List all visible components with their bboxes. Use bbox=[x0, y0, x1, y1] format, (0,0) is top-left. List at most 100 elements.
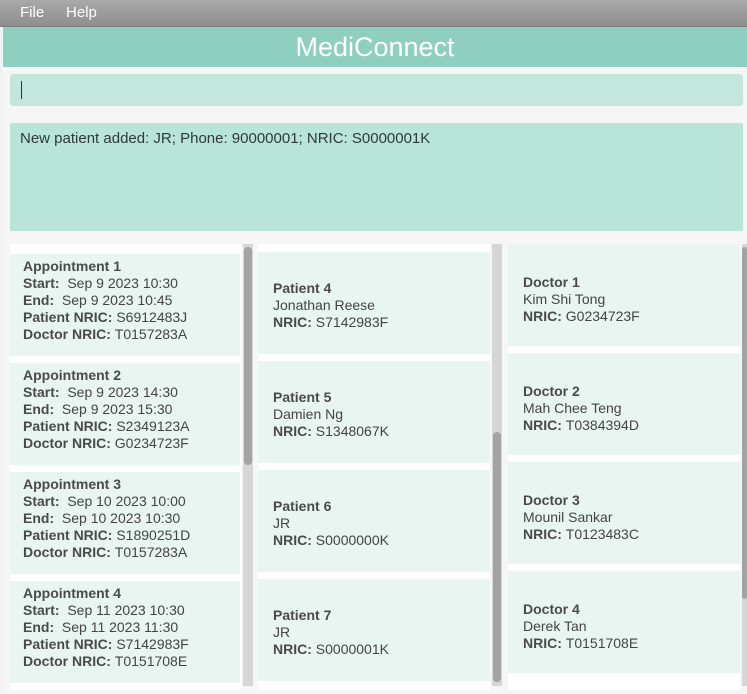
result-text: New patient added: JR; Phone: 90000001; … bbox=[20, 130, 431, 147]
appointment-start: Start: Sep 9 2023 10:30 bbox=[23, 275, 178, 291]
patient-nric: NRIC: S7142983F bbox=[273, 314, 388, 330]
patient-nric: NRIC: S0000001K bbox=[273, 641, 389, 657]
nric-label: NRIC: bbox=[523, 417, 562, 433]
end-value: Sep 11 2023 11:30 bbox=[61, 619, 179, 635]
patient-scrollbar[interactable] bbox=[492, 244, 502, 686]
appointment-list[interactable]: Appointment 1 Start: Sep 9 2023 10:30 En… bbox=[10, 244, 241, 690]
patient-card[interactable]: Patient 7 JR NRIC: S0000001K bbox=[258, 579, 490, 681]
doctor-card[interactable]: Doctor 4 Derek Tan NRIC: T0151708E bbox=[508, 571, 740, 673]
doctor-nric: NRIC: T0384394D bbox=[523, 417, 639, 433]
doctor-nric-value: G0234723F bbox=[114, 435, 189, 451]
nric-value: S0000001K bbox=[315, 641, 389, 657]
appointment-start: Start: Sep 9 2023 14:30 bbox=[23, 384, 178, 400]
appointment-end: End: Sep 11 2023 11:30 bbox=[23, 619, 178, 635]
patient-nric-label: Patient NRIC: bbox=[23, 636, 113, 652]
result-display: New patient added: JR; Phone: 90000001; … bbox=[10, 123, 743, 231]
appointment-doctor-nric: Doctor NRIC: T0157283A bbox=[23, 544, 187, 560]
appointment-doctor-nric: Doctor NRIC: T0151708E bbox=[23, 653, 187, 669]
patient-list[interactable]: Patient 4 Jonathan Reese NRIC: S7142983F… bbox=[258, 244, 490, 690]
appointment-end: End: Sep 10 2023 10:30 bbox=[23, 510, 180, 526]
appointment-card[interactable]: Appointment 1 Start: Sep 9 2023 10:30 En… bbox=[10, 254, 240, 356]
doctor-nric-label: Doctor NRIC: bbox=[23, 544, 111, 560]
end-value: Sep 10 2023 10:30 bbox=[61, 510, 181, 526]
menu-help[interactable]: Help bbox=[66, 4, 97, 21]
nric-label: NRIC: bbox=[523, 308, 562, 324]
patient-title: Patient 7 bbox=[273, 607, 332, 623]
end-value: Sep 9 2023 15:30 bbox=[61, 401, 173, 417]
menu-bar: File Help bbox=[0, 0, 747, 27]
nric-value: T0151708E bbox=[565, 635, 639, 651]
patient-card[interactable]: Patient 5 Damien Ng NRIC: S1348067K bbox=[258, 361, 490, 463]
start-value: Sep 9 2023 14:30 bbox=[67, 384, 178, 400]
patient-title: Patient 6 bbox=[273, 498, 332, 514]
nric-value: G0234723F bbox=[565, 308, 640, 324]
patient-card[interactable]: Patient 6 JR NRIC: S0000000K bbox=[258, 470, 490, 572]
appointment-patient-nric: Patient NRIC: S6912483J bbox=[23, 309, 187, 325]
nric-label: NRIC: bbox=[523, 635, 562, 651]
patient-nric-value: S2349123A bbox=[116, 418, 190, 434]
patient-card[interactable]: Patient 4 Jonathan Reese NRIC: S7142983F bbox=[258, 252, 490, 354]
appointment-patient-nric: Patient NRIC: S1890251D bbox=[23, 527, 190, 543]
doctor-name: Mounil Sankar bbox=[523, 509, 613, 525]
appointment-title: Appointment 4 bbox=[23, 585, 121, 601]
appointment-card[interactable]: Appointment 3 Start: Sep 10 2023 10:00 E… bbox=[10, 472, 240, 574]
end-label: End: bbox=[23, 510, 55, 526]
doctor-name: Kim Shi Tong bbox=[523, 291, 606, 307]
appointment-start: Start: Sep 10 2023 10:00 bbox=[23, 493, 186, 509]
doctor-nric-label: Doctor NRIC: bbox=[23, 653, 111, 669]
doctor-nric: NRIC: T0123483C bbox=[523, 526, 639, 542]
doctor-title: Doctor 4 bbox=[523, 601, 580, 617]
doctor-nric-value: T0157283A bbox=[114, 326, 188, 342]
end-label: End: bbox=[23, 619, 55, 635]
appointment-end: End: Sep 9 2023 10:45 bbox=[23, 292, 172, 308]
appointment-card[interactable]: Appointment 2 Start: Sep 9 2023 14:30 En… bbox=[10, 363, 240, 465]
doctor-title: Doctor 3 bbox=[523, 492, 580, 508]
doctor-nric: NRIC: T0151708E bbox=[523, 635, 638, 651]
start-label: Start: bbox=[23, 275, 60, 291]
doctor-nric-value: T0151708E bbox=[114, 653, 188, 669]
patient-nric: NRIC: S0000000K bbox=[273, 532, 389, 548]
doctor-scrollbar[interactable] bbox=[742, 244, 747, 686]
appointment-start: Start: Sep 11 2023 10:30 bbox=[23, 602, 185, 618]
doctor-card[interactable]: Doctor 3 Mounil Sankar NRIC: T0123483C bbox=[508, 462, 740, 564]
patient-name: Jonathan Reese bbox=[273, 297, 375, 313]
appointment-title: Appointment 1 bbox=[23, 258, 121, 274]
nric-label: NRIC: bbox=[523, 526, 562, 542]
appointment-doctor-nric: Doctor NRIC: T0157283A bbox=[23, 326, 187, 342]
doctor-title: Doctor 1 bbox=[523, 274, 580, 290]
patient-name: Damien Ng bbox=[273, 406, 344, 422]
patient-name: JR bbox=[273, 515, 291, 531]
appointment-scroll-thumb[interactable] bbox=[244, 247, 252, 465]
command-input[interactable] bbox=[10, 74, 743, 106]
doctor-list[interactable]: Doctor 1 Kim Shi Tong NRIC: G0234723F Do… bbox=[508, 244, 740, 690]
patient-title: Patient 5 bbox=[273, 389, 332, 405]
patient-name: JR bbox=[273, 624, 291, 640]
appointment-title: Appointment 3 bbox=[23, 476, 121, 492]
start-value: Sep 11 2023 10:30 bbox=[67, 602, 185, 618]
doctor-card[interactable]: Doctor 2 Mah Chee Teng NRIC: T0384394D bbox=[508, 353, 740, 455]
menu-file[interactable]: File bbox=[20, 4, 44, 21]
nric-value: T0123483C bbox=[565, 526, 639, 542]
app-title: MediConnect bbox=[295, 32, 455, 62]
doctor-title: Doctor 2 bbox=[523, 383, 580, 399]
nric-label: NRIC: bbox=[273, 423, 312, 439]
appointment-scrollbar[interactable] bbox=[243, 244, 253, 686]
start-label: Start: bbox=[23, 602, 60, 618]
start-value: Sep 10 2023 10:00 bbox=[67, 493, 186, 509]
doctor-card[interactable]: Doctor 1 Kim Shi Tong NRIC: G0234723F bbox=[508, 244, 740, 346]
patient-scroll-thumb[interactable] bbox=[493, 432, 501, 682]
appointment-end: End: Sep 9 2023 15:30 bbox=[23, 401, 172, 417]
patient-nric-value: S7142983F bbox=[116, 636, 189, 652]
end-value: Sep 9 2023 10:45 bbox=[61, 292, 173, 308]
appointment-card[interactable]: Appointment 4 Start: Sep 11 2023 10:30 E… bbox=[10, 581, 240, 683]
patient-nric-label: Patient NRIC: bbox=[23, 527, 113, 543]
patient-nric: NRIC: S1348067K bbox=[273, 423, 389, 439]
title-bar: MediConnect bbox=[3, 27, 747, 67]
patient-title: Patient 4 bbox=[273, 280, 332, 296]
start-label: Start: bbox=[23, 493, 60, 509]
nric-value: S0000000K bbox=[315, 532, 389, 548]
patient-nric-value: S1890251D bbox=[116, 527, 191, 543]
appointment-patient-nric: Patient NRIC: S7142983F bbox=[23, 636, 189, 652]
patient-nric-value: S6912483J bbox=[116, 309, 188, 325]
doctor-scroll-thumb[interactable] bbox=[742, 247, 747, 599]
